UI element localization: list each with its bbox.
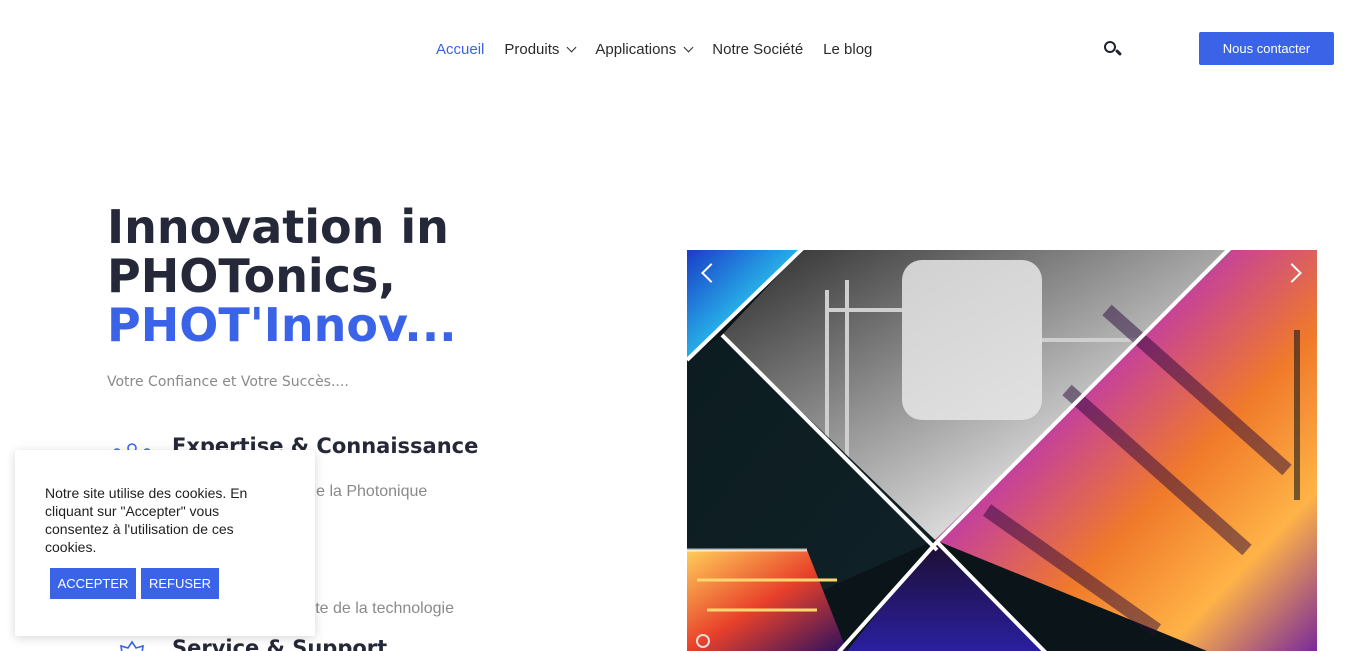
nav-item-accueil[interactable]: Accueil xyxy=(436,41,484,58)
nav-item-applications[interactable]: Applications xyxy=(595,40,694,58)
accept-cookies-button[interactable]: ACCEPTER xyxy=(50,568,136,599)
nav-item-blog[interactable]: Le blog xyxy=(823,41,872,58)
hero-title-accent: PHOT'Innov... xyxy=(107,298,457,352)
hero-title-line-2: PHOTonics, xyxy=(107,249,396,303)
search-icon[interactable] xyxy=(1101,38,1123,60)
chevron-down-icon xyxy=(683,42,694,52)
search-icon-lens xyxy=(1104,41,1116,53)
hero-title-line-1: Innovation in xyxy=(107,200,449,254)
cookie-text: Notre site utilise des cookies. En cliqu… xyxy=(45,485,248,555)
nav-item-societe[interactable]: Notre Société xyxy=(712,41,803,58)
thermal-collage-image xyxy=(687,250,1317,651)
chevron-down-icon xyxy=(566,42,577,52)
nav-item-label: Accueil xyxy=(436,40,485,58)
nav-item-label: Le blog xyxy=(823,40,873,58)
nav-item-produits[interactable]: Produits xyxy=(504,40,577,58)
cookie-banner: Notre site utilise des cookies. En cliqu… xyxy=(15,450,315,636)
hero-image-slider[interactable] xyxy=(687,250,1317,651)
nav-item-label: Produits xyxy=(504,40,560,58)
contact-button[interactable]: Nous contacter xyxy=(1199,32,1334,65)
refuse-cookies-button[interactable]: REFUSER xyxy=(141,568,219,599)
search-icon-handle xyxy=(1114,48,1123,57)
main-nav: Accueil Produits Applications Notre Soci… xyxy=(436,36,892,62)
hero-title: Innovation in PHOTonics, PHOT'Innov... xyxy=(107,203,627,350)
feature-title-service: Service & Support xyxy=(172,636,388,651)
nav-item-label: Applications xyxy=(595,40,677,58)
badge-icon xyxy=(120,640,144,651)
hero-subtitle: Votre Confiance et Votre Succès.... xyxy=(107,374,349,390)
nav-item-label: Notre Société xyxy=(712,40,804,58)
